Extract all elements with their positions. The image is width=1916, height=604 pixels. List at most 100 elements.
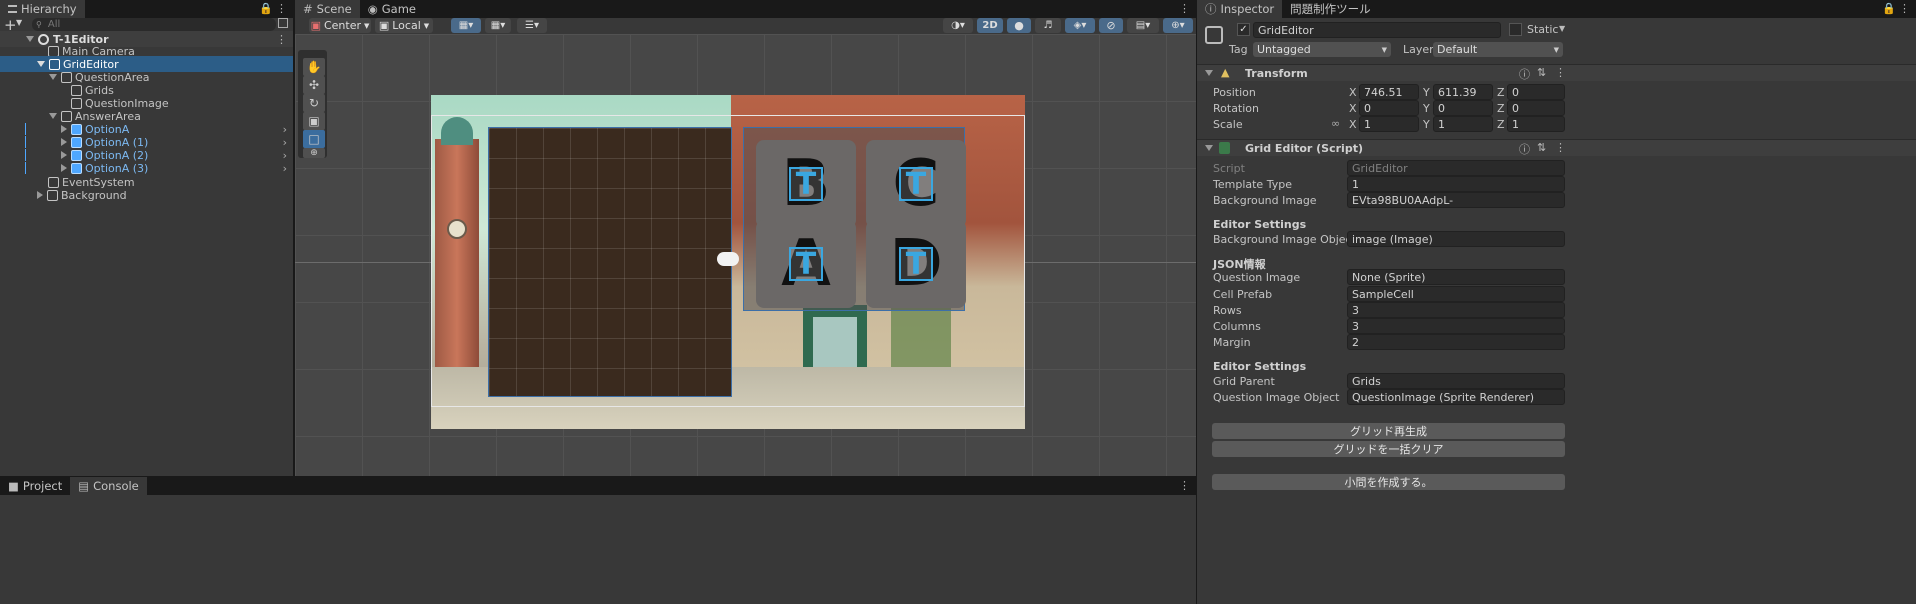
create-question-button[interactable]: 小問を作成する。 (1212, 474, 1565, 490)
static-checkbox[interactable] (1509, 23, 1522, 36)
grid-parent-field[interactable]: Grids (1347, 373, 1565, 389)
chevron-down-icon[interactable]: ▼ (16, 18, 22, 27)
answer-cell-a[interactable]: A T (756, 220, 856, 308)
kebab-menu-icon[interactable]: ⋮ (1555, 66, 1566, 79)
expand-icon[interactable] (61, 138, 67, 146)
snap-increment-button[interactable]: ▦▾ (485, 18, 511, 33)
collapse-icon[interactable] (1205, 145, 1213, 151)
kebab-menu-icon[interactable]: ⋮ (1555, 141, 1566, 154)
pivot-icon: ▣ (310, 19, 321, 32)
gamepad-icon: ◉ (367, 2, 378, 16)
scale-z-field[interactable]: 1 (1507, 116, 1565, 132)
pivot-space-dropdown[interactable]: ▣ Local ▼ (375, 18, 433, 33)
help-icon[interactable]: ⓘ (1519, 66, 1530, 82)
local-cube-icon: ▣ (378, 19, 390, 32)
grid-editor-header[interactable]: Grid Editor (Script) ⓘ ⇅ ⋮ (1197, 139, 1916, 156)
tab-game[interactable]: ◉ Game (360, 0, 424, 18)
rows-field[interactable]: 3 (1347, 302, 1565, 318)
link-icon[interactable]: ∞ (1331, 117, 1340, 130)
object-name-field[interactable]: GridEditor (1253, 22, 1501, 38)
script-field: GridEditor (1347, 160, 1565, 176)
draw-mode-button[interactable]: ◑▾ (943, 18, 973, 33)
collapse-icon[interactable] (1205, 70, 1213, 76)
columns-field[interactable]: 3 (1347, 318, 1565, 334)
search-placeholder: All (47, 19, 61, 30)
hierarchy-search-input[interactable]: ⚲ All (32, 18, 276, 31)
answer-cell-c[interactable]: C T (866, 140, 966, 228)
hand-tool-icon[interactable]: ✋ (303, 58, 325, 76)
kebab-menu-icon[interactable]: ⋮ (276, 2, 287, 15)
expand-icon[interactable] (61, 164, 67, 172)
lock-icon[interactable]: 🔒 (1882, 2, 1896, 15)
chevron-down-icon[interactable]: ▼ (1559, 24, 1565, 33)
background-image-field[interactable]: EVta98BU0AAdpL- (1347, 192, 1565, 208)
bg-image-object-field[interactable]: image (Image) (1347, 231, 1565, 247)
expand-icon[interactable] (37, 191, 43, 199)
kebab-menu-icon[interactable]: ⋮ (1179, 479, 1190, 492)
question-image-object-field[interactable]: QuestionImage (Sprite Renderer) (1347, 389, 1565, 405)
rotation-z-field[interactable]: 0 (1507, 100, 1565, 116)
pivot-mode-dropdown[interactable]: ▣ Center ▼ (309, 18, 371, 33)
lock-icon[interactable]: 🔒 (259, 2, 273, 15)
visibility-toggle-button[interactable]: ⊘ (1099, 18, 1123, 33)
expand-icon[interactable] (61, 151, 67, 159)
rotate-tool-icon[interactable]: ↻ (303, 94, 325, 112)
hierarchy-item-background[interactable]: Background (0, 187, 293, 203)
grid-snap-button[interactable]: ▦▾ (451, 18, 481, 33)
scale-tool-icon[interactable]: ▣ (303, 112, 325, 130)
transform-tool-icon[interactable]: ⊕ (303, 148, 325, 158)
margin-field[interactable]: 2 (1347, 334, 1565, 350)
gizmos-button[interactable]: ⊕▾ (1163, 18, 1193, 33)
scale-y-field[interactable]: 1 (1433, 116, 1493, 132)
template-type-field[interactable]: 1 (1347, 176, 1565, 192)
effects-toggle-button[interactable]: ◈▾ (1065, 18, 1095, 33)
hierarchy-toolbar: + ▼ ⚲ All (0, 16, 294, 34)
tab-question-tool[interactable]: 問題制作ツール (1282, 0, 1379, 18)
tab-scene[interactable]: # Scene (295, 0, 360, 18)
expand-icon[interactable] (37, 61, 45, 67)
kebab-menu-icon[interactable]: ⋮ (1899, 2, 1910, 15)
expand-icon[interactable] (49, 113, 57, 119)
tab-project[interactable]: ■ Project (0, 477, 70, 495)
clear-grid-button[interactable]: グリッドを一括クリア (1212, 441, 1565, 457)
camera-settings-button[interactable]: ▤▾ (1127, 18, 1159, 33)
tab-inspector[interactable]: ⓘ Inspector (1197, 0, 1283, 18)
question-image-field[interactable]: None (Sprite) (1347, 269, 1565, 285)
rotation-y-field[interactable]: 0 (1433, 100, 1493, 116)
transform-header[interactable]: ▲ Transform ⓘ ⇅ ⋮ (1197, 64, 1916, 81)
expand-icon[interactable] (26, 36, 34, 42)
gameobject-icon (48, 176, 59, 188)
scene-filter-icon[interactable] (278, 18, 288, 28)
toggle-2d-button[interactable]: 2D (977, 18, 1003, 33)
tab-console[interactable]: ▤ Console (70, 477, 147, 495)
help-icon[interactable]: ⓘ (1519, 141, 1530, 157)
expand-icon[interactable] (61, 125, 67, 133)
kebab-menu-icon[interactable]: ⋮ (1179, 2, 1190, 15)
rect-tool-icon[interactable]: □ (303, 130, 325, 148)
preset-icon[interactable]: ⇅ (1537, 141, 1546, 154)
ruler-button[interactable]: ☰▾ (517, 18, 547, 33)
answer-area[interactable]: B T C T A T D T (743, 127, 966, 311)
scene-canvas[interactable]: ✋ ✣ ↻ ▣ □ ⊕ B T C T A T D T (295, 34, 1196, 476)
enabled-checkbox[interactable] (1219, 142, 1230, 154)
layer-dropdown[interactable]: Default ▼ (1433, 42, 1563, 57)
active-checkbox[interactable]: ✓ (1237, 23, 1250, 36)
expand-icon[interactable] (49, 74, 57, 80)
preset-icon[interactable]: ⇅ (1537, 66, 1546, 79)
question-grid-area[interactable] (488, 127, 732, 397)
chevron-right-icon[interactable]: › (283, 162, 287, 175)
move-tool-icon[interactable]: ✣ (303, 76, 325, 94)
position-y-field[interactable]: 611.39 (1433, 84, 1493, 100)
tag-dropdown[interactable]: Untagged ▼ (1253, 42, 1391, 57)
audio-toggle-button[interactable]: ♬ (1035, 18, 1061, 33)
position-x-field[interactable]: 746.51 (1359, 84, 1419, 100)
answer-cell-d[interactable]: D T (866, 220, 966, 308)
rotation-x-field[interactable]: 0 (1359, 100, 1419, 116)
answer-cell-b[interactable]: B T (756, 140, 856, 228)
scale-x-field[interactable]: 1 (1359, 116, 1419, 132)
axis-y-label: Y (1423, 102, 1430, 115)
position-z-field[interactable]: 0 (1507, 84, 1565, 100)
cell-prefab-field[interactable]: SampleCell (1347, 286, 1565, 302)
regenerate-grid-button[interactable]: グリッド再生成 (1212, 423, 1565, 439)
lighting-toggle-button[interactable]: ● (1007, 18, 1031, 33)
